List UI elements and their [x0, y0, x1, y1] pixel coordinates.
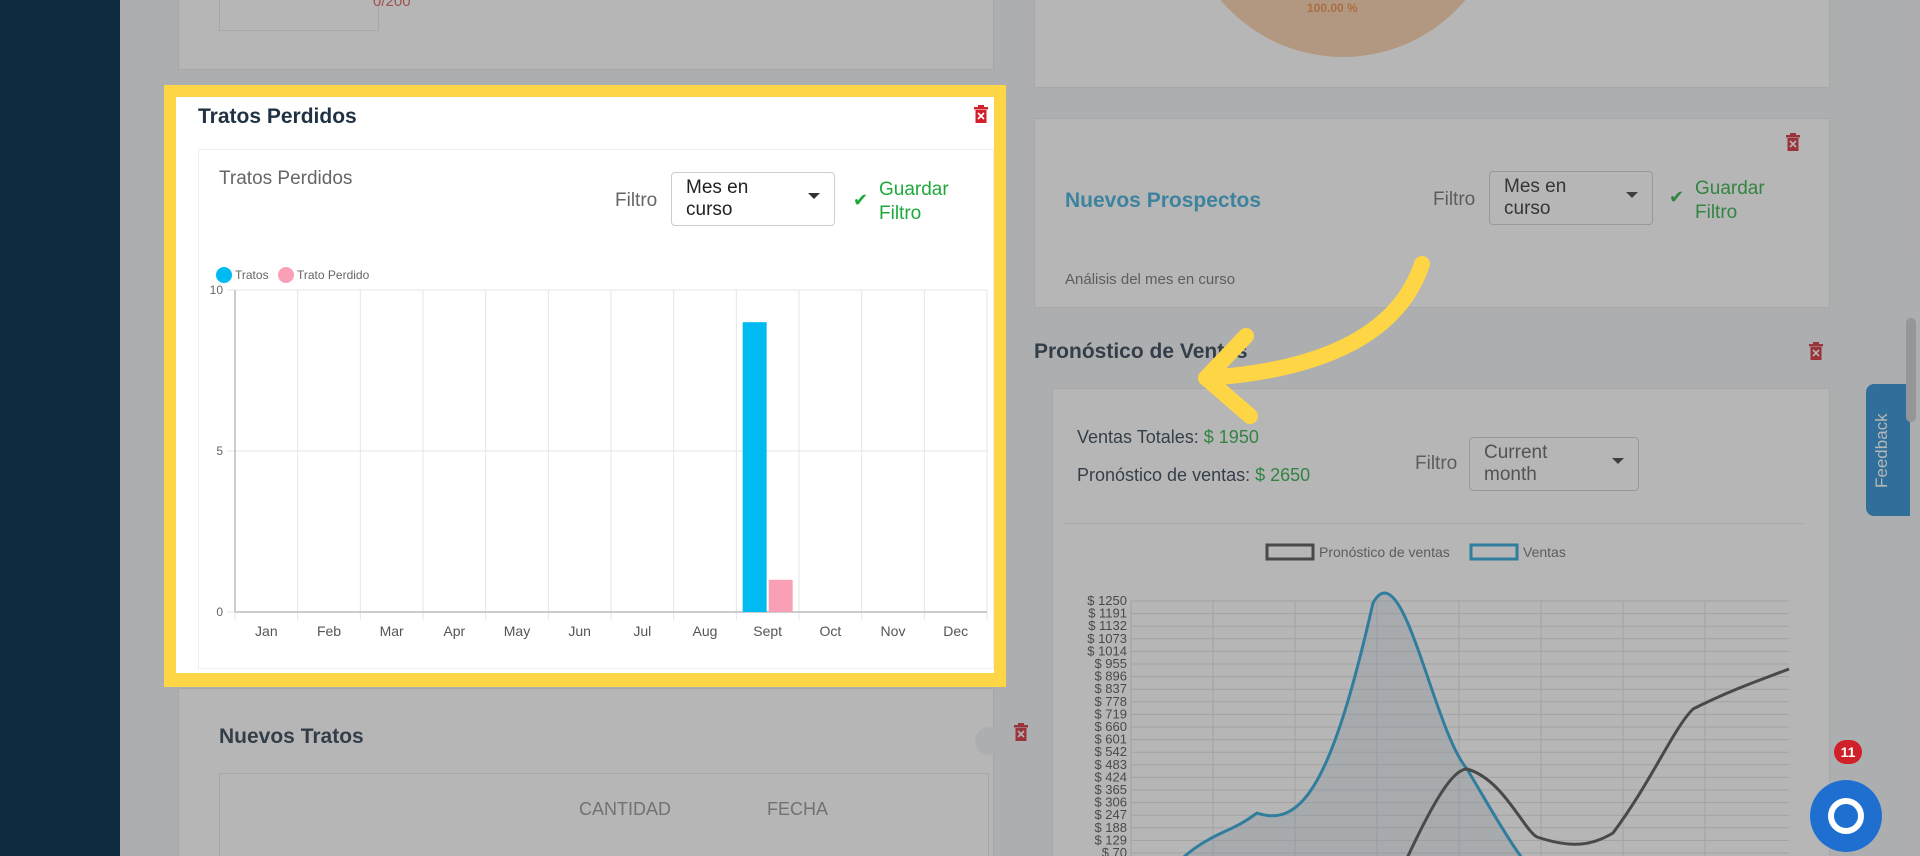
prospectos-filter-select[interactable]: Mes en curso — [1489, 171, 1653, 225]
ventas-totales-value: $ 1950 — [1203, 427, 1259, 447]
chevron-down-icon — [1626, 192, 1638, 198]
prospectos-filter-value: Mes en curso — [1504, 176, 1567, 219]
x-tick-label: Mar — [380, 623, 404, 639]
legend-label: Ventas — [1523, 544, 1566, 560]
count-box — [219, 0, 379, 31]
delete-icon[interactable] — [1808, 342, 1824, 360]
tratos-perdidos-panel: Tratos Perdidos Tratos Perdidos Filtro M… — [176, 97, 994, 673]
chat-icon — [1828, 798, 1864, 834]
pronostico-ventas-value: $ 2650 — [1255, 465, 1311, 485]
prospectos-save-line2: Filtro — [1695, 202, 1738, 223]
notification-badge: 11 — [1834, 740, 1862, 764]
divider — [1063, 523, 1803, 524]
ventas-totales: Ventas Totales: $ 1950 — [1077, 427, 1259, 448]
prospectos-save-filter-link[interactable]: Guardar Filtro — [1695, 177, 1765, 225]
legend-label: Pronóstico de ventas — [1319, 544, 1450, 560]
legend-swatch — [216, 267, 232, 283]
pronostico-filter-label: Filtro — [1415, 453, 1458, 474]
bar-tratos — [742, 322, 767, 612]
tratos-perdidos-chart: Tratos Trato Perdido 0 5 10 Jan Feb Mar Apr May Ju… — [210, 267, 988, 639]
refresh-icon[interactable] — [975, 727, 1003, 755]
chat-widget-button[interactable] — [1810, 780, 1882, 852]
pointer-arrow-icon — [1198, 256, 1430, 424]
top-left-card: 0/200 — [178, 0, 994, 70]
x-tick-label: May — [504, 623, 530, 639]
check-icon: ✔ — [1669, 187, 1685, 207]
x-tick-label: Jul — [633, 623, 651, 639]
bar-trato-perdido — [768, 579, 793, 612]
top-right-card: 100.00 % — [1034, 0, 1830, 88]
chart-card: Tratos Perdidos Filtro Mes en curso ✔ Gu… — [198, 149, 994, 669]
column-header-fecha: FECHA — [767, 799, 829, 819]
x-tick-label: Apr — [443, 623, 465, 639]
delete-icon[interactable] — [973, 105, 989, 123]
x-tick-label: Nov — [881, 623, 906, 639]
legend-swatch — [1265, 543, 1315, 561]
legend-label: Tratos — [235, 268, 269, 282]
legend-label: Trato Perdido — [297, 268, 370, 282]
column-header-cantidad: CANTIDAD — [579, 799, 672, 819]
pronostico-ventas-label: Pronóstico de ventas: — [1077, 465, 1251, 485]
feedback-button[interactable]: Feedback — [1866, 384, 1910, 516]
legend-swatch — [278, 267, 294, 283]
count-text: 0/200 — [373, 0, 411, 10]
pronostico-filter-select[interactable]: Current month — [1469, 437, 1639, 491]
x-tick-label: Aug — [693, 623, 718, 639]
chevron-down-icon — [1612, 458, 1624, 464]
y-tick-label: 5 — [216, 444, 223, 458]
pronostico-filter-value: Current month — [1484, 442, 1548, 485]
pronostico-chart: Pronóstico de ventas Ventas$ 1250$ 1191$ … — [1087, 543, 1790, 856]
delete-icon[interactable] — [1013, 723, 1029, 741]
legend-swatch — [1469, 543, 1519, 561]
prospectos-filter-label: Filtro — [1433, 189, 1476, 210]
prospectos-title: Nuevos Prospectos — [1065, 189, 1262, 212]
prospectos-save-line1: Guardar — [1695, 178, 1765, 199]
x-tick-label: Jun — [568, 623, 591, 639]
gauge-percent: 100.00 % — [1307, 1, 1358, 15]
app-sidebar — [0, 0, 120, 856]
x-tick-label: Feb — [317, 623, 341, 639]
y-tick-label: 0 — [216, 605, 223, 619]
x-tick-label: Sept — [753, 623, 782, 639]
nuevos-tratos-card: Nuevos Tratos CANTIDAD FECHA — [178, 688, 1028, 856]
panel-title: Tratos Perdidos — [198, 105, 357, 128]
x-tick-label: Jan — [255, 623, 278, 639]
y-tick-label: 10 — [210, 283, 224, 297]
pronostico-ventas: Pronóstico de ventas: $ 2650 — [1077, 465, 1310, 486]
ventas-totales-label: Ventas Totales: — [1077, 427, 1199, 447]
y-tick-label: $ 70 — [1102, 845, 1127, 856]
x-tick-label: Dec — [943, 623, 968, 639]
pronostico-card: Ventas Totales: $ 1950 Pronóstico de ven… — [1052, 388, 1830, 856]
delete-icon[interactable] — [1785, 133, 1801, 151]
x-tick-label: Oct — [819, 623, 841, 639]
tratos-title: Nuevos Tratos — [219, 725, 364, 748]
feedback-label: Feedback — [1872, 413, 1891, 488]
scrollbar-thumb[interactable] — [1906, 318, 1916, 422]
